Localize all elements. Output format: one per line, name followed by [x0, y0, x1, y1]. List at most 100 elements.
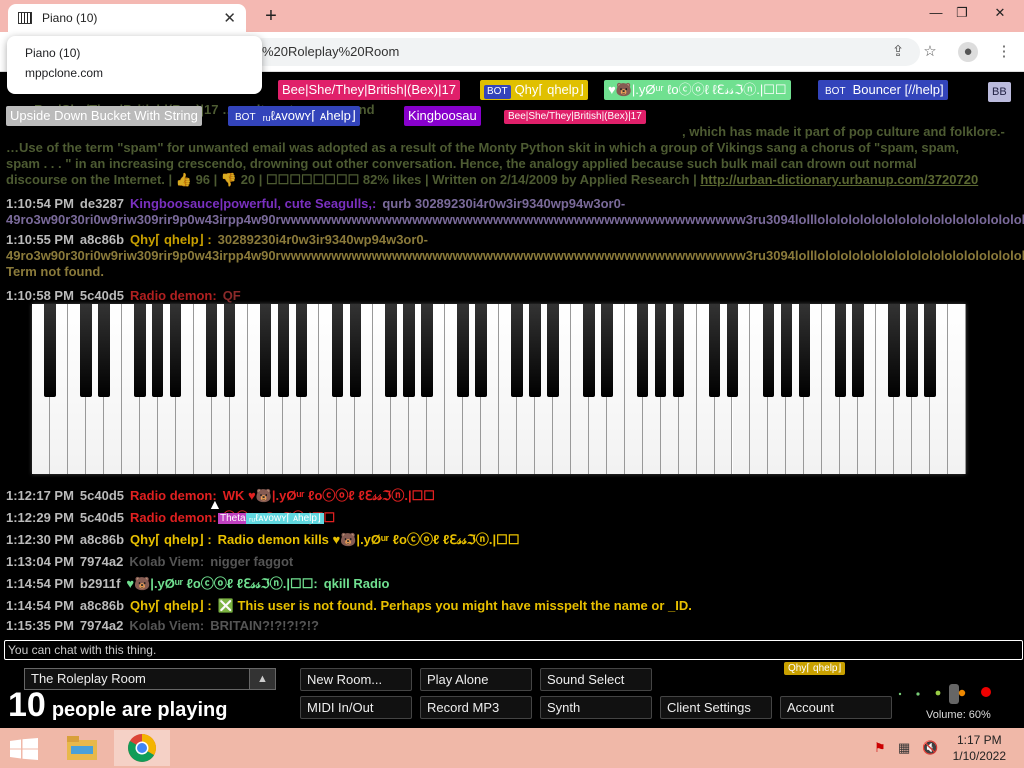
user-tag-label: ♥🐻|.yØᵘʳ ℓoⓒⓞℓ ℓℇ𝓈𝓈ℑⓝ.|☐☐ — [608, 82, 787, 97]
menu-kebab-icon[interactable]: ⋮ — [994, 42, 1014, 62]
message-author[interactable]: Kolab Viem: — [129, 554, 204, 569]
user-tag-label: Kingboosau — [408, 108, 477, 123]
piano-black-key[interactable] — [134, 304, 146, 397]
piano-black-key[interactable] — [421, 304, 433, 397]
piano-black-key[interactable] — [888, 304, 900, 397]
piano-black-key[interactable] — [780, 304, 793, 397]
piano-black-key[interactable] — [169, 304, 182, 397]
windows-start-icon[interactable] — [10, 738, 38, 760]
volume-label: Volume: 60% — [926, 709, 991, 721]
chat-message: 49ro3w90r30ri0w9riw309rir9p0w43irpp4w90r… — [6, 246, 1024, 266]
piano-black-key[interactable] — [349, 304, 362, 397]
piano-black-key[interactable] — [511, 304, 523, 397]
close-window-button[interactable]: ✕ — [986, 2, 1014, 24]
chat-input[interactable]: You can chat with this thing. — [4, 640, 1023, 660]
piano-black-key[interactable] — [385, 304, 397, 397]
user-tag[interactable]: BB — [988, 82, 1011, 102]
user-tag-label: Upside Down Bucket With String — [10, 108, 198, 123]
piano-black-key[interactable] — [798, 304, 811, 397]
user-tag[interactable]: Kingboosau — [404, 106, 481, 126]
piano-black-key[interactable] — [403, 304, 415, 397]
tooltip-domain: mppclone.com — [25, 66, 104, 80]
piano-black-key[interactable] — [852, 304, 864, 397]
maximize-button[interactable]: ❐ — [948, 2, 976, 24]
piano-black-key[interactable] — [98, 304, 110, 397]
message-user-id: a8c86b — [79, 232, 125, 247]
message-author[interactable]: Radio demon: — [130, 510, 217, 525]
message-author[interactable]: Radio demon: — [130, 288, 217, 303]
piano-black-key[interactable] — [475, 304, 487, 397]
file-explorer-icon[interactable] — [54, 730, 110, 766]
profile-avatar-icon[interactable]: ● — [958, 42, 978, 62]
network-icon[interactable]: ▦ — [898, 740, 910, 756]
piano-black-key[interactable] — [205, 304, 218, 397]
message-author[interactable]: Radio demon: — [130, 488, 217, 503]
piano-black-key[interactable] — [654, 304, 667, 397]
player-count-number: 10 — [8, 686, 46, 724]
piano-black-key[interactable] — [583, 304, 595, 397]
user-tag[interactable]: Upside Down Bucket With String — [6, 106, 202, 126]
piano-black-key[interactable] — [295, 304, 308, 397]
piano-black-key[interactable] — [924, 304, 936, 397]
browser-tab[interactable]: Piano (10) ✕ — [8, 4, 246, 32]
piano-black-key[interactable] — [223, 304, 236, 397]
urban-dictionary-link[interactable]: http://urban-dictionary.urbanup.com/3720… — [700, 172, 978, 187]
piano-black-key[interactable] — [457, 304, 469, 397]
minimize-button[interactable]: — — [922, 2, 950, 24]
piano-black-key[interactable] — [834, 304, 846, 397]
synth-button[interactable]: Synth — [540, 696, 652, 719]
user-tag-label: Bee|She/They|British|(Bex)|17 — [282, 82, 456, 97]
share-icon[interactable]: ⇪ — [888, 42, 908, 62]
midi-button[interactable]: MIDI In/Out — [300, 696, 412, 719]
message-author[interactable]: ♥🐻|.yØᵘʳ ℓoⓒⓞℓ ℓℇ𝓈𝓈ℑⓝ.|☐☐: — [126, 576, 317, 591]
sound-select-button[interactable]: Sound Select — [540, 668, 652, 691]
user-tag[interactable]: ♥🐻|.yØᵘʳ ℓoⓒⓞℓ ℓℇ𝓈𝓈ℑⓝ.|☐☐ — [604, 80, 791, 100]
message-author[interactable]: Kolab Viem: — [129, 618, 204, 633]
piano-black-key[interactable] — [762, 304, 775, 397]
piano-black-key[interactable] — [636, 304, 649, 397]
user-tag[interactable]: BOT ᵣᵤℓᴀᴠᴏᴡʏ⌈ ᴀhelp⌋ — [228, 106, 360, 126]
user-tag[interactable]: BOT Qhy⌈ qhelp⌋ — [480, 80, 588, 100]
message-user-id: 5c40d5 — [79, 288, 125, 303]
user-tag[interactable]: BOT Bouncer [//help] — [818, 80, 948, 100]
volume-control[interactable]: Volume: 60% — [896, 682, 1006, 722]
piano-black-key[interactable] — [708, 304, 721, 397]
piano-black-key[interactable] — [151, 304, 164, 397]
piano-black-key[interactable] — [906, 304, 918, 397]
close-tab-icon[interactable]: ✕ — [223, 9, 236, 27]
message-time: 1:12:30 PM — [6, 532, 74, 547]
message-author[interactable]: Kingboosauce|powerful, cute Seagulls,: — [130, 196, 376, 211]
new-tab-button[interactable]: + — [261, 4, 281, 28]
system-clock[interactable]: 1:17 PM 1/10/2022 — [953, 732, 1006, 764]
url-field[interactable]: %20Roleplay%20Room — [250, 38, 920, 66]
record-mp3-button[interactable]: Record MP3 — [420, 696, 532, 719]
new-room-button[interactable]: New Room... — [300, 668, 412, 691]
piano-black-key[interactable] — [529, 304, 541, 397]
speaker-muted-icon[interactable]: 🔇 — [922, 740, 938, 756]
play-alone-button[interactable]: Play Alone — [420, 668, 532, 691]
piano-black-key[interactable] — [259, 304, 272, 397]
bookmark-star-icon[interactable]: ☆ — [920, 42, 940, 62]
message-author[interactable]: Qhy⌈ qhelp⌋ : — [130, 232, 212, 247]
piano-black-key[interactable] — [547, 304, 559, 397]
network-alert-icon[interactable]: ⚑ — [874, 740, 886, 756]
piano-black-key[interactable] — [80, 304, 92, 397]
piano-black-key[interactable] — [277, 304, 290, 397]
piano-white-key[interactable] — [948, 304, 966, 474]
account-button[interactable]: Account — [780, 696, 892, 719]
piano-keyboard[interactable] — [32, 304, 966, 474]
client-settings-button[interactable]: Client Settings — [660, 696, 772, 719]
user-tag[interactable]: Bee|She/They|British|(Bex)|17 — [504, 110, 646, 124]
piano-black-key[interactable] — [601, 304, 613, 397]
piano-black-key[interactable] — [331, 304, 344, 397]
user-tag-label: Qhy⌈ qhelp⌋ — [514, 82, 584, 97]
message-author[interactable]: Qhy⌈ qhelp⌋ : — [130, 532, 212, 547]
piano-black-key[interactable] — [44, 304, 56, 397]
chevron-up-icon[interactable]: ▲ — [249, 669, 275, 689]
message-author[interactable]: Qhy⌈ qhelp⌋ : — [130, 598, 212, 613]
chrome-icon[interactable] — [114, 730, 170, 766]
message-text: ❎ This user is not found. Perhaps you mi… — [217, 598, 692, 613]
user-tag[interactable]: Bee|She/They|British|(Bex)|17 — [278, 80, 460, 100]
piano-black-key[interactable] — [672, 304, 685, 397]
piano-black-key[interactable] — [726, 304, 739, 397]
